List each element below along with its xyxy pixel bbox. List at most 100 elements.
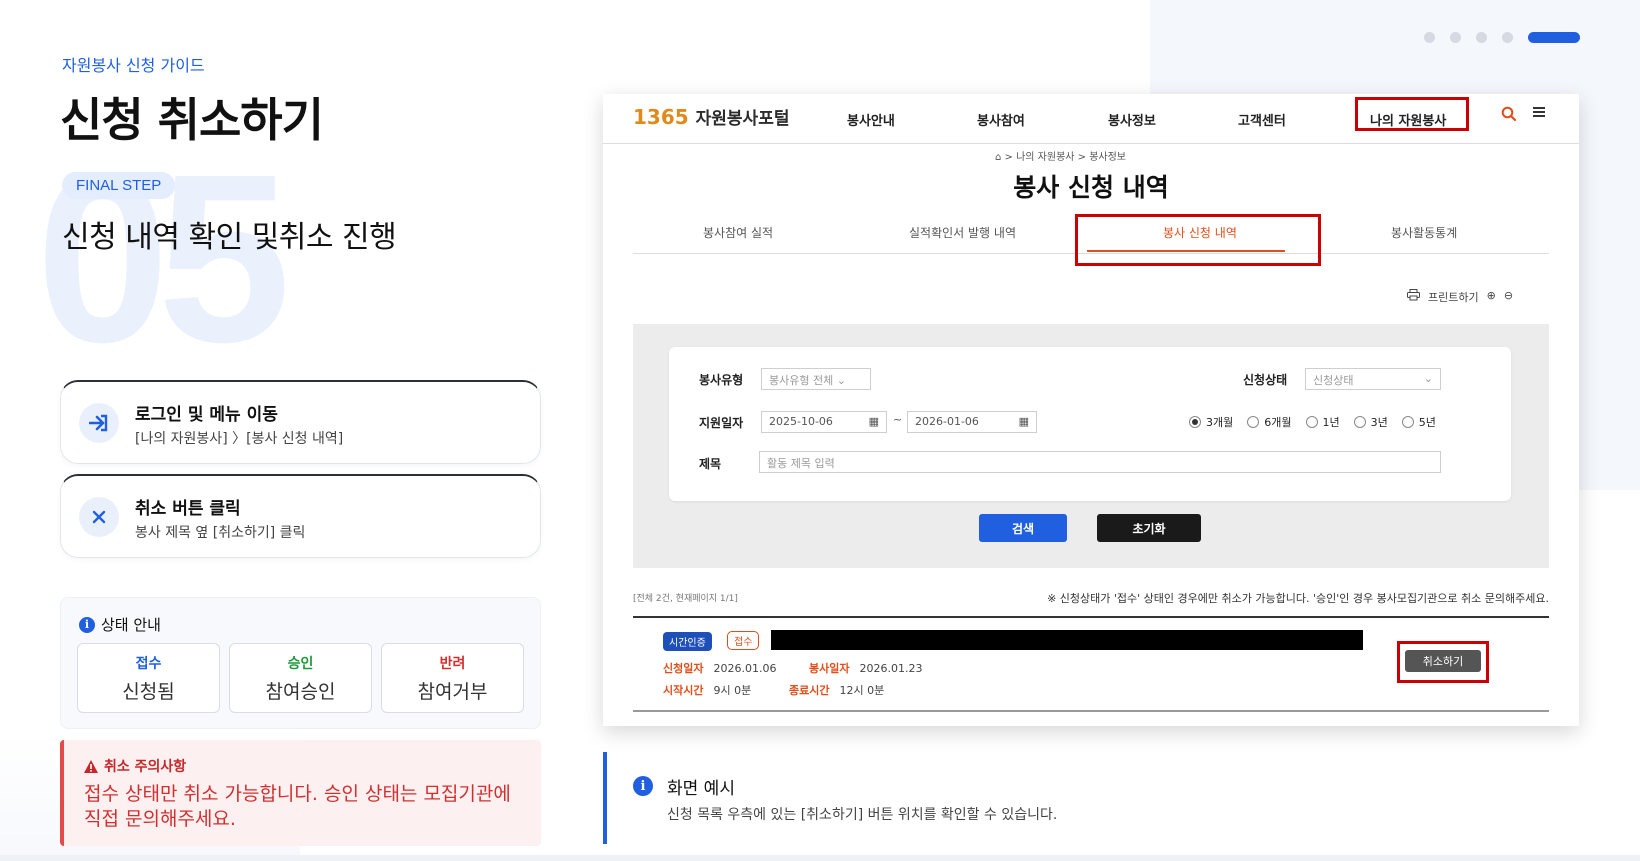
status-badge: 접수 — [727, 631, 760, 650]
page-tools: 프린트하기 ⊕ ⊖ — [1407, 289, 1513, 305]
start-time-label: 시작시간 — [663, 684, 704, 697]
period-label: 6개월 — [1264, 416, 1292, 429]
info-icon: i — [633, 776, 653, 796]
warning-heading-text: 취소 주의사항 — [104, 759, 187, 775]
radio-selected[interactable] — [1189, 416, 1201, 428]
step-title: 취소 버튼 클릭 — [135, 499, 241, 519]
tab-certificate[interactable]: 실적확인서 발행 내역 — [909, 224, 1016, 241]
nav-divider — [603, 143, 1579, 144]
status-select[interactable]: 신청상태 ⌄ — [1305, 368, 1441, 390]
tab-statistics[interactable]: 봉사활동통계 — [1391, 224, 1457, 241]
calendar-icon[interactable]: ▦ — [869, 415, 879, 428]
logo-number: 1365 — [633, 105, 689, 129]
end-time-value: 12시 0분 — [839, 684, 885, 697]
type-select-value: 봉사유형 전체 — [769, 374, 834, 387]
warning-heading: 취소 주의사항 — [84, 756, 186, 776]
type-select[interactable]: 봉사유형 전체 ⌄ — [761, 368, 871, 390]
period-radio[interactable]: 1년 — [1305, 414, 1340, 430]
info-icon: i — [79, 616, 95, 633]
step-desc: [나의 자원봉사] 〉[봉사 신청 내역] — [135, 431, 344, 447]
status-desc: 참여거부 — [417, 681, 488, 703]
caption-title: 화면 예시 — [667, 779, 735, 799]
radio[interactable] — [1353, 416, 1366, 428]
cancel-notice: ※ 신청상태가 '접수' 상태인 경우에만 취소가 가능합니다. '승인'인 경… — [1047, 592, 1549, 605]
status-label: 신청상태 — [1243, 373, 1288, 387]
service-date-value: 2026.01.23 — [859, 662, 923, 675]
print-icon[interactable] — [1407, 289, 1420, 305]
start-time: 시작시간 9시 0분 — [663, 682, 751, 698]
date-to-input[interactable]: 2026-01-06 ▦ — [907, 411, 1037, 433]
search-area: 봉사유형 봉사유형 전체 ⌄ 신청상태 신청상태 ⌄ 지원일자 2025-10-… — [633, 324, 1549, 568]
highlight-box — [1397, 641, 1489, 683]
status-card-received: 접수 신청됨 — [77, 643, 220, 713]
breadcrumb: ⌂ > 나의 자원봉사 > 봉사정보 — [995, 152, 1126, 163]
step-card-login: 로그인 및 메뉴 이동 [나의 자원봉사] 〉[봉사 신청 내역] — [60, 380, 541, 464]
status-select-value: 신청상태 — [1313, 374, 1354, 387]
period-label: 3개월 — [1206, 416, 1234, 429]
highlight-box — [1075, 214, 1321, 266]
step-pill: FINAL STEP — [62, 172, 176, 199]
pagination-dot-active[interactable] — [1528, 32, 1580, 43]
chevron-down-icon: ⌄ — [836, 374, 846, 387]
pagination-dot[interactable] — [1476, 32, 1487, 43]
radio[interactable] — [1305, 416, 1318, 428]
calendar-icon[interactable]: ▦ — [1019, 415, 1029, 428]
nav-item-support[interactable]: 고객센터 — [1238, 110, 1286, 129]
tab-record[interactable]: 봉사참여 실적 — [703, 224, 773, 241]
status-desc: 참여승인 — [265, 681, 336, 703]
period-radio[interactable]: 6개월 — [1247, 414, 1292, 430]
reset-button[interactable]: 초기화 — [1097, 514, 1201, 542]
end-time: 종료시간 12시 0분 — [789, 682, 884, 698]
warning-icon — [84, 759, 98, 773]
radio[interactable] — [1401, 416, 1414, 428]
nav-item-guide[interactable]: 봉사안내 — [847, 110, 895, 129]
date-label: 지원일자 — [699, 416, 744, 430]
step-desc: 봉사 제목 옆 [취소하기] 클릭 — [135, 525, 306, 541]
apply-date: 신청일자 2026.01.06 — [663, 660, 776, 676]
period-label: 3년 — [1370, 416, 1388, 429]
period-radio[interactable]: 3년 — [1353, 414, 1388, 430]
portal-logo[interactable]: 1365 자원봉사포털 — [633, 104, 789, 129]
search-icon[interactable] — [1501, 106, 1517, 126]
apply-date-value: 2026.01.06 — [713, 662, 777, 675]
date-to-value: 2026-01-06 — [915, 415, 979, 428]
guide-eyebrow: 자원봉사 신청 가이드 — [62, 56, 205, 75]
nav-item-info[interactable]: 봉사정보 — [1108, 110, 1156, 129]
nav-item-participate[interactable]: 봉사참여 — [977, 110, 1025, 129]
start-time-value: 9시 0분 — [713, 684, 752, 697]
period-label: 1년 — [1322, 416, 1340, 429]
radio[interactable] — [1247, 416, 1260, 428]
date-from-input[interactable]: 2025-10-06 ▦ — [761, 411, 887, 433]
zoom-out-icon[interactable]: ⊖ — [1504, 289, 1513, 305]
portal-nav: 1365 자원봉사포털 봉사안내 봉사참여 봉사정보 고객센터 나의 자원봉사 — [603, 94, 1579, 144]
pagination-dot[interactable] — [1424, 32, 1435, 43]
highlight-box — [1355, 97, 1469, 131]
close-icon — [79, 497, 119, 537]
result-count: [전체 2건, 현재페이지 1/1] — [633, 594, 738, 604]
zoom-in-icon[interactable]: ⊕ — [1487, 289, 1496, 305]
pagination-dot[interactable] — [1502, 32, 1513, 43]
date-from-value: 2025-10-06 — [769, 415, 833, 428]
chevron-down-icon: ⌄ — [1423, 372, 1433, 385]
period-radio[interactable]: 5년 — [1401, 414, 1436, 430]
caption-desc: 신청 목록 우측에 있는 [취소하기] 버튼 위치를 확인할 수 있습니다. — [667, 807, 1058, 823]
menu-icon[interactable] — [1531, 104, 1547, 125]
status-desc: 신청됨 — [122, 681, 175, 703]
title-input[interactable]: 활동 제목 입력 — [759, 451, 1441, 473]
end-time-label: 종료시간 — [789, 684, 830, 697]
warning-text: 접수 상태만 취소 가능합니다. 승인 상태는 모집기관에 직접 문의해주세요. — [84, 783, 511, 830]
status-card-rejected: 반려 참여거부 — [381, 643, 524, 713]
period-radio[interactable]: 3개월 — [1189, 414, 1233, 430]
type-badge: 시간인증 — [663, 632, 712, 651]
pagination-dot[interactable] — [1450, 32, 1461, 43]
service-date: 봉사일자 2026.01.23 — [809, 660, 922, 676]
apply-date-label: 신청일자 — [663, 662, 704, 675]
period-radios: 3개월 6개월 1년 3년 5년 — [1189, 414, 1436, 430]
step-title: 로그인 및 메뉴 이동 — [135, 405, 278, 425]
logo-text: 자원봉사포털 — [695, 109, 790, 129]
step-card-cancel: 취소 버튼 클릭 봉사 제목 옆 [취소하기] 클릭 — [60, 474, 541, 558]
print-link[interactable]: 프린트하기 — [1428, 289, 1479, 305]
search-button[interactable]: 검색 — [979, 514, 1067, 542]
status-guide-heading: i 상태 안내 — [79, 614, 161, 635]
redacted-title[interactable] — [771, 630, 1363, 650]
